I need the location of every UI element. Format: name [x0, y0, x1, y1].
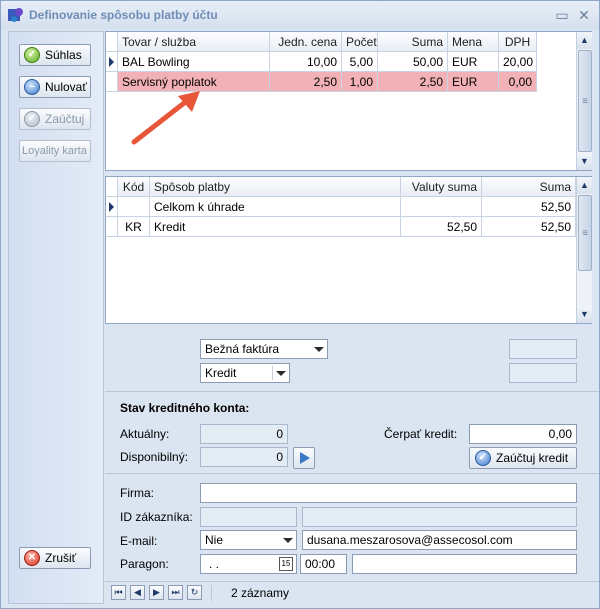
apply-credit-button[interactable]	[293, 447, 315, 469]
paragon-label: Paragon:	[120, 557, 169, 571]
previous-record-icon[interactable]: ◀	[130, 585, 145, 600]
row-indicator	[106, 52, 118, 72]
id-zakaznika-field[interactable]	[200, 507, 297, 527]
email-field[interactable]: dusana.meszarosova@assecosol.com	[302, 530, 577, 550]
minus-icon: –	[24, 79, 40, 95]
scroll-down-icon[interactable]: ▼	[577, 153, 592, 170]
cerpat-label: Čerpať kredit:	[384, 427, 458, 441]
action-panel: ✓ Súhlas – Nulovať ✓ Zaúčtuj Loyality ka…	[8, 31, 104, 604]
firma-label: Firma:	[120, 486, 154, 500]
column-header[interactable]: Spôsob platby	[150, 177, 401, 197]
next-record-icon[interactable]: ▶	[149, 585, 164, 600]
scroll-up-icon[interactable]: ▲	[577, 177, 592, 194]
restore-button[interactable]: ▭	[553, 6, 571, 24]
scroll-down-icon[interactable]: ▼	[577, 306, 592, 323]
paragon-number-field[interactable]	[352, 554, 577, 574]
zrusit-button[interactable]: ✕ Zrušiť	[19, 547, 91, 569]
zauctuj-kredit-button[interactable]: ✓ Zaúčtuj kredit	[469, 447, 577, 469]
check-icon: ✓	[24, 47, 40, 63]
table-row[interactable]: Celkom k úhrade 52,50	[106, 197, 576, 217]
suhlas-button[interactable]: ✓ Súhlas	[19, 44, 91, 66]
record-navigator: ⏮ ◀ ▶ ⏭ ↻ 2 záznamy	[105, 583, 599, 603]
paragon-time-field[interactable]: 00:00	[300, 554, 347, 574]
invoice-type-select[interactable]: Bežná faktúra	[200, 339, 328, 359]
loyalty-card-button[interactable]: Loyality karta	[19, 140, 91, 162]
column-header[interactable]: Kód	[118, 177, 150, 197]
last-record-icon[interactable]: ⏭	[168, 585, 183, 600]
calendar-icon[interactable]: 15	[279, 557, 293, 571]
paragon-date-field[interactable]: . . 15	[200, 554, 297, 574]
payments-scrollbar[interactable]: ▲ ≡ ▼	[576, 177, 592, 323]
aktualny-label: Aktuálny:	[120, 427, 170, 441]
title-bar: Definovanie spôsobu platby účtu ▭ ✕	[1, 1, 599, 29]
cancel-icon: ✕	[24, 550, 40, 566]
id-zakaznika-label: ID zákazníka:	[120, 510, 193, 524]
customer-name-field[interactable]	[302, 507, 577, 527]
column-header[interactable]: Mena	[448, 32, 499, 52]
items-grid-header: Tovar / služba Jedn. cena Počet Suma Men…	[106, 32, 576, 52]
items-scrollbar[interactable]: ▲ ≡ ▼	[576, 32, 592, 170]
credit-heading: Stav kreditného konta:	[120, 401, 250, 415]
play-arrow-icon	[300, 452, 310, 464]
disponibilny-field[interactable]: 0	[200, 447, 288, 467]
close-button[interactable]: ✕	[575, 6, 593, 24]
chevron-down-icon	[276, 371, 286, 376]
check-icon: ✓	[24, 111, 40, 127]
refresh-icon[interactable]: ↻	[187, 585, 202, 600]
zauctuj-button[interactable]: ✓ Zaúčtuj	[19, 108, 91, 130]
column-header[interactable]: DPH	[499, 32, 537, 52]
scroll-up-icon[interactable]: ▲	[577, 32, 592, 49]
payment-extra-field[interactable]	[509, 363, 577, 383]
firma-field[interactable]	[200, 483, 577, 503]
email-option-select[interactable]: Nie	[200, 530, 297, 550]
chevron-down-icon	[283, 538, 293, 543]
cerpat-kredit-field[interactable]: 0,00	[469, 424, 577, 444]
payments-grid: Kód Spôsob platby Valuty suma Suma Celko…	[105, 176, 592, 324]
payment-method-select[interactable]: Kredit	[200, 363, 290, 383]
column-header[interactable]: Tovar / služba	[118, 32, 270, 52]
check-icon: ✓	[475, 450, 491, 466]
annotation-arrow-icon	[131, 91, 200, 145]
table-row[interactable]: BAL Bowling 10,00 5,00 50,00 EUR 20,00	[106, 52, 576, 72]
aktualny-field[interactable]: 0	[200, 424, 288, 444]
dialog-window: Definovanie spôsobu platby účtu ▭ ✕ ✓ Sú…	[0, 0, 600, 609]
table-row[interactable]: KR Kredit 52,50 52,50	[106, 217, 576, 237]
column-header[interactable]: Jedn. cena	[270, 32, 342, 52]
invoice-extra-field[interactable]	[509, 339, 577, 359]
app-icon	[8, 8, 23, 22]
nulovat-button[interactable]: – Nulovať	[19, 76, 91, 98]
column-header[interactable]: Valuty suma	[401, 177, 482, 197]
column-header[interactable]: Suma	[482, 177, 576, 197]
scroll-thumb[interactable]: ≡	[578, 195, 592, 271]
first-record-icon[interactable]: ⏮	[111, 585, 126, 600]
column-header[interactable]: Suma	[378, 32, 448, 52]
window-title: Definovanie spôsobu platby účtu	[29, 8, 218, 22]
column-header[interactable]: Počet	[342, 32, 378, 52]
row-indicator	[106, 197, 118, 217]
scroll-thumb[interactable]: ≡	[578, 50, 592, 152]
disponibilny-label: Disponibilný:	[120, 450, 189, 464]
record-count: 2 záznamy	[231, 586, 290, 600]
email-label: E-mail:	[120, 534, 158, 548]
chevron-down-icon	[314, 347, 324, 352]
